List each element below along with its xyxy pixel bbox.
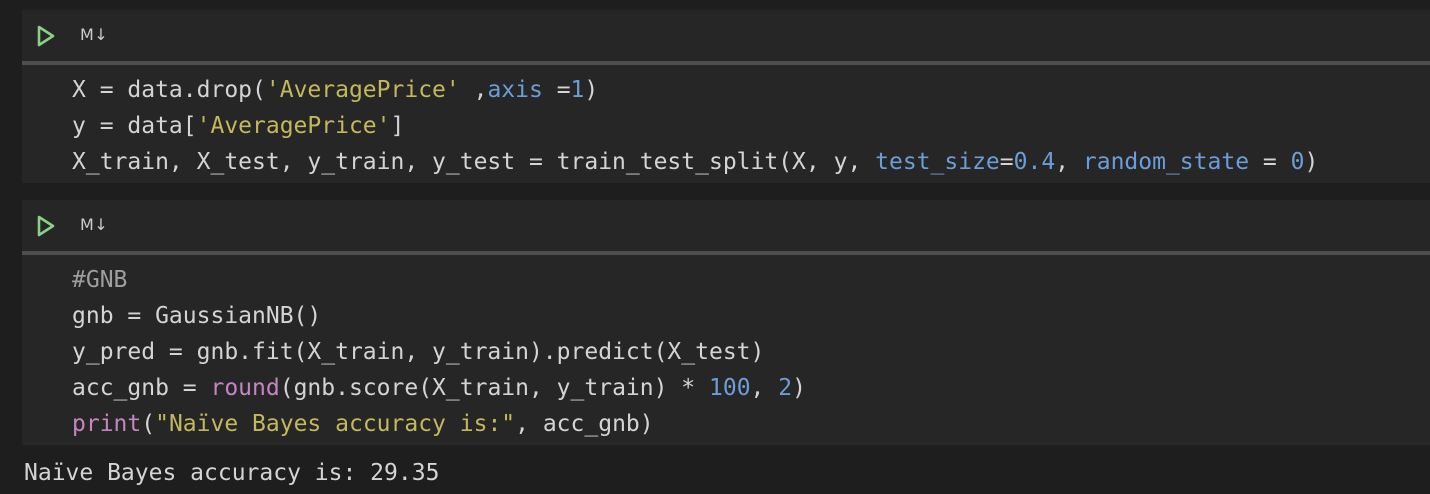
code-cell-2[interactable]: M↓ #GNB gnb = GaussianNB() y_pred = gnb.fi… — [22, 200, 1430, 445]
code-token: = — [1249, 149, 1291, 175]
code-token: , — [1055, 149, 1083, 175]
code-token: = — [542, 77, 571, 103]
code-editor[interactable]: X = data.drop('AveragePrice' ,axis =1) y … — [22, 65, 1430, 188]
code-line: gnb = GaussianNB() — [72, 298, 1430, 334]
code-token: ( — [141, 411, 156, 437]
code-token: axis — [487, 77, 543, 103]
cell-toolbar: M↓ — [22, 200, 1430, 251]
code-token: 2 — [778, 375, 793, 401]
code-token: , — [459, 77, 488, 103]
code-token: 100 — [709, 375, 751, 401]
code-token: 'AveragePrice' — [196, 113, 391, 139]
code-token: "Naïve Bayes accuracy is:" — [155, 411, 516, 437]
code-line: #GNB — [72, 262, 1430, 298]
code-token: X = data.drop( — [72, 77, 266, 103]
markdown-toggle[interactable]: M↓ — [80, 25, 108, 44]
code-line: X_train, X_test, y_train, y_test = train… — [72, 144, 1430, 180]
code-token: X_train, X_test, y_train, y_test = train… — [72, 149, 876, 175]
code-token: 'AveragePrice' — [265, 77, 460, 103]
code-line: y_pred = gnb.fit(X_train, y_train).predi… — [72, 334, 1430, 370]
code-token: 1 — [570, 77, 585, 103]
code-token: , — [750, 375, 779, 401]
code-token: ] — [390, 113, 405, 139]
code-token: 0 — [1290, 149, 1305, 175]
code-line: X = data.drop('AveragePrice' ,axis =1) — [72, 72, 1430, 108]
code-token: ) — [792, 375, 806, 401]
code-token: y = data[ — [72, 113, 197, 139]
code-token: = — [999, 149, 1014, 175]
code-token: acc_gnb = — [72, 375, 211, 401]
code-line: acc_gnb = round(gnb.score(X_train, y_tra… — [72, 370, 1430, 406]
code-cell-1[interactable]: M↓ X = data.drop('AveragePrice' ,axis =1… — [22, 10, 1430, 183]
code-token: test_size — [875, 149, 1000, 175]
play-icon[interactable] — [36, 25, 56, 47]
code-token: y_pred = gnb.fit(X_train, y_train).predi… — [72, 339, 765, 365]
code-token: ) — [584, 77, 599, 103]
code-token: 0.4 — [1013, 149, 1056, 175]
code-token: (gnb.score(X_train, y_train) * — [279, 375, 709, 401]
code-token: round — [210, 375, 280, 401]
code-token: ) — [1304, 149, 1319, 175]
code-line: y = data['AveragePrice'] — [72, 108, 1430, 144]
code-token: print — [72, 411, 142, 437]
play-icon[interactable] — [36, 215, 56, 237]
code-token: , acc_gnb) — [515, 411, 654, 437]
code-token: gnb = GaussianNB() — [72, 303, 322, 329]
code-editor[interactable]: #GNB gnb = GaussianNB() y_pred = gnb.fit(X… — [22, 255, 1430, 450]
markdown-toggle[interactable]: M↓ — [80, 215, 108, 234]
code-line: print("Naïve Bayes accuracy is:", acc_gn… — [72, 406, 1430, 442]
code-token: random_state — [1082, 149, 1250, 175]
cell-toolbar: M↓ — [22, 10, 1430, 61]
code-token: #GNB — [72, 267, 128, 293]
cell-output: Naïve Bayes accuracy is: 29.35 — [24, 460, 440, 486]
